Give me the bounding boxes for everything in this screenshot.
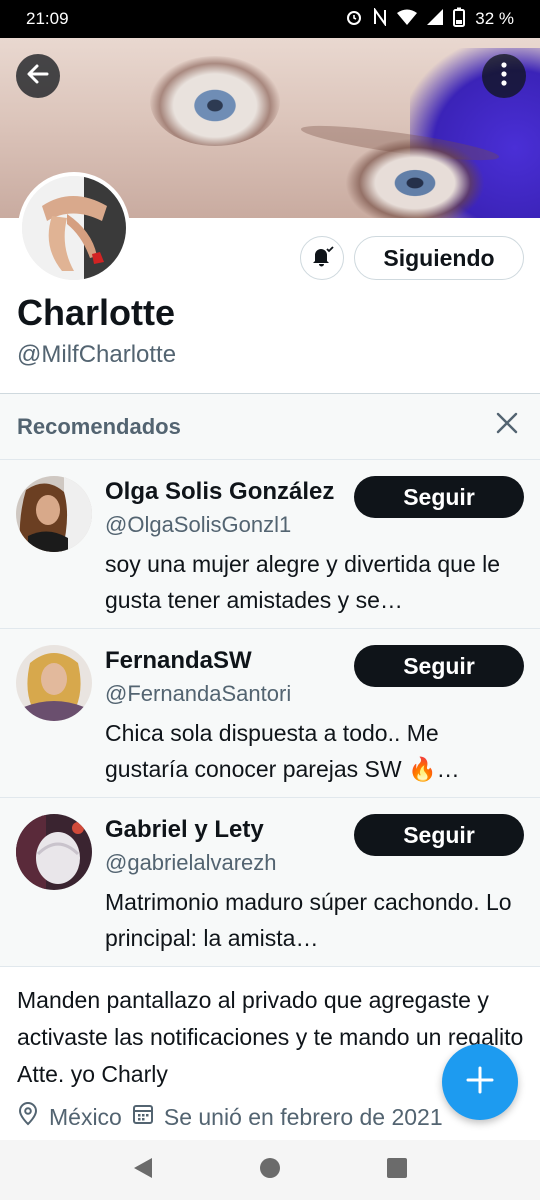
back-triangle-icon[interactable] [132, 1156, 154, 1185]
recommended-panel: Recomendados Olga Solis González @OlgaSo… [0, 393, 540, 967]
recommended-user-bio: Chica sola dispuesta a todo.. Me gustarí… [105, 720, 460, 782]
system-navigation-bar [0, 1140, 540, 1200]
more-vertical-icon [500, 61, 508, 92]
following-button[interactable]: Siguiendo [354, 236, 524, 280]
location-text: México [49, 1103, 122, 1130]
recommended-user-avatar[interactable] [16, 476, 92, 552]
recommended-user-handle: @gabrielalvarezh [105, 850, 277, 875]
recommended-user-row[interactable]: FernandaSW @FernandaSantori Chica sola d… [0, 628, 540, 797]
close-icon [496, 412, 518, 439]
notifications-toggle-button[interactable] [300, 236, 344, 280]
arrow-left-icon [25, 61, 51, 92]
recents-square-icon[interactable] [386, 1157, 408, 1184]
profile-joined: Se unió en febrero de 2021 [132, 1103, 443, 1131]
follow-button[interactable]: Seguir [354, 814, 524, 856]
profile-meta: México Se unió en febrero de 2021 [17, 1102, 443, 1132]
status-bar: 21:09 32 % [0, 0, 540, 38]
recommended-user-avatar[interactable] [16, 645, 92, 721]
signal-icon [427, 8, 444, 30]
home-circle-icon[interactable] [259, 1157, 281, 1184]
banner-eye-right [345, 138, 485, 218]
status-icons: 32 % [345, 6, 514, 32]
wifi-icon [397, 9, 418, 30]
recommended-user-avatar[interactable] [16, 814, 92, 890]
banner-eye-left [150, 56, 280, 146]
recommended-user-name[interactable]: Olga Solis González [105, 478, 334, 506]
recommended-user-bio: Matrimonio maduro súper cachondo. Lo pri… [105, 889, 512, 951]
more-options-button[interactable] [482, 54, 526, 98]
recommended-user-handle: @OlgaSolisGonzl1 [105, 512, 292, 537]
profile-location: México [17, 1102, 122, 1132]
profile-name: Charlotte [17, 292, 176, 333]
compose-tweet-button[interactable] [442, 1044, 518, 1120]
recommended-user-handle: @FernandaSantori [105, 681, 292, 706]
recommended-title: Recomendados [17, 414, 181, 439]
calendar-icon [132, 1103, 154, 1131]
plus-icon [465, 1065, 495, 1100]
nfc-icon [373, 6, 387, 31]
recommended-user-row[interactable]: Gabriel y Lety @gabrielalvarezh Matrimon… [0, 797, 540, 966]
follow-button[interactable]: Seguir [354, 645, 524, 687]
battery-icon [453, 7, 466, 32]
alarm-icon [345, 8, 363, 31]
bell-check-icon [309, 243, 335, 274]
profile-avatar[interactable] [18, 172, 130, 284]
location-pin-icon [17, 1102, 39, 1132]
recommended-user-bio: soy una mujer alegre y divertida que le … [105, 551, 501, 613]
follow-button[interactable]: Seguir [354, 476, 524, 518]
recommended-close-button[interactable] [492, 410, 522, 440]
status-time: 21:09 [26, 9, 69, 28]
profile-handle: @MilfCharlotte [17, 341, 177, 368]
joined-text: Se unió en febrero de 2021 [163, 1103, 443, 1130]
recommended-user-name[interactable]: FernandaSW [105, 647, 252, 675]
back-button[interactable] [16, 54, 60, 98]
recommended-user-name[interactable]: Gabriel y Lety [105, 816, 264, 844]
recommended-user-row[interactable]: Olga Solis González @OlgaSolisGonzl1 soy… [0, 459, 540, 628]
battery-percent: 32 % [475, 9, 514, 28]
